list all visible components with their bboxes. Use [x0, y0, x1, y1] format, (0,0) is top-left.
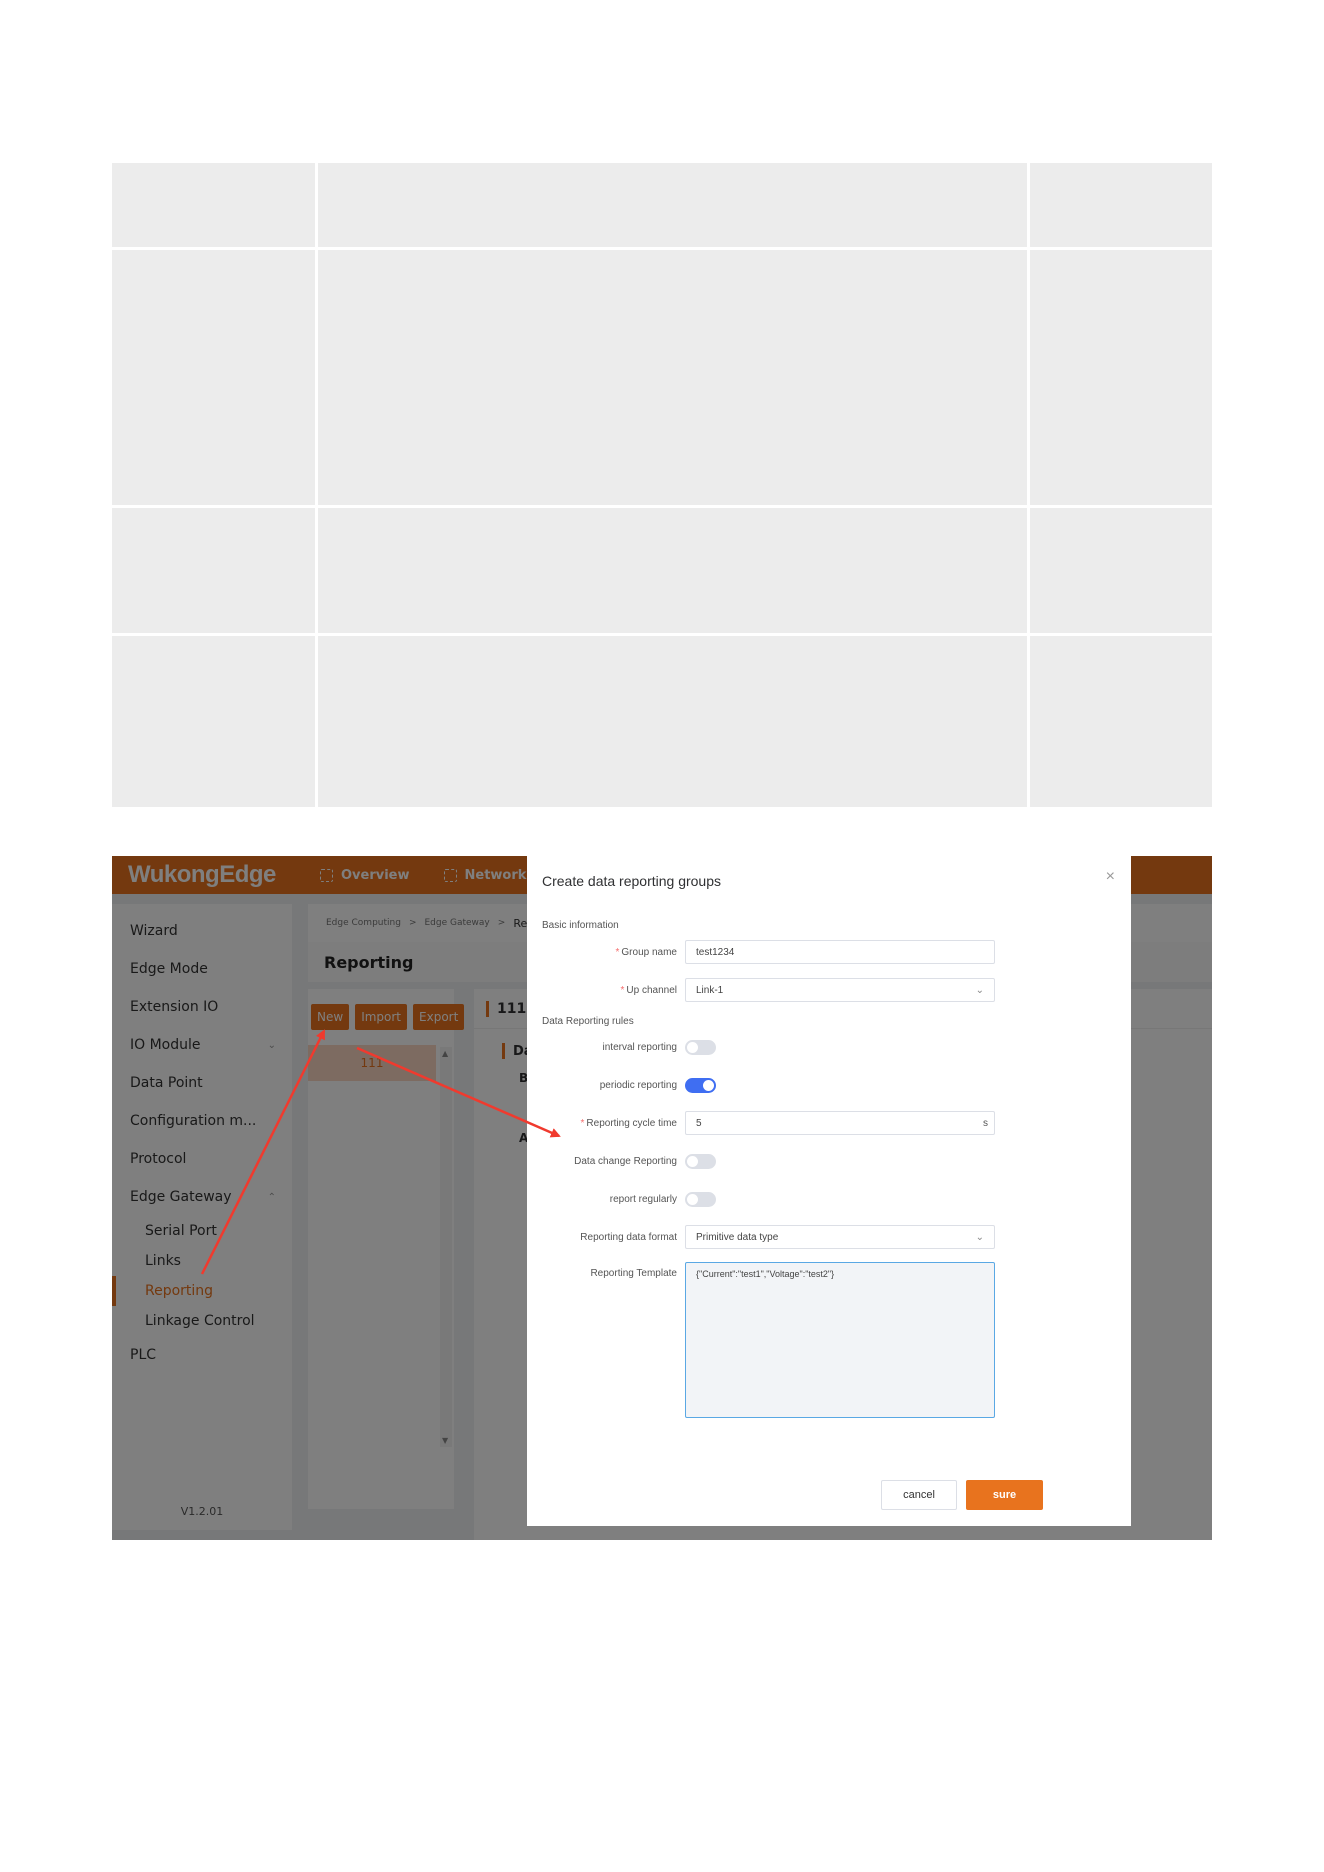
regular-label: report regularly	[609, 1193, 677, 1205]
cycle-label: * Reporting cycle time	[580, 1117, 678, 1129]
regular-row: report regularly	[527, 1186, 1131, 1212]
doc-table-cell	[1030, 636, 1212, 807]
doc-table-cell	[1030, 508, 1212, 633]
periodic-label: periodic reporting	[599, 1079, 677, 1091]
group-name-row: * Group name test1234	[527, 939, 1131, 965]
doc-table-cell	[1030, 250, 1212, 505]
doc-table-cell	[112, 636, 315, 807]
doc-table-cell	[318, 508, 1027, 633]
interval-label: interval reporting	[602, 1041, 677, 1053]
up-channel-select[interactable]: Link-1 ⌄	[685, 978, 995, 1002]
cycle-row: * Reporting cycle time 5s	[527, 1110, 1131, 1136]
doc-table	[112, 163, 1212, 810]
up-channel-label: * Up channel	[620, 984, 678, 996]
cancel-button[interactable]: cancel	[881, 1480, 957, 1510]
doc-table-cell	[318, 636, 1027, 807]
change-label: Data change Reporting	[574, 1155, 677, 1167]
doc-table-cell	[318, 163, 1027, 247]
interval-toggle[interactable]	[685, 1039, 716, 1055]
template-label: Reporting Template	[590, 1268, 677, 1279]
doc-table-cell	[112, 250, 315, 505]
section-basic-info: Basic information	[542, 920, 619, 931]
doc-table-row	[112, 163, 1212, 247]
doc-table-row	[112, 508, 1212, 633]
periodic-toggle[interactable]	[685, 1077, 716, 1093]
create-group-dialog: Create data reporting groups × Basic inf…	[527, 856, 1131, 1526]
format-row: Reporting data format Primitive data typ…	[527, 1224, 1131, 1250]
cycle-input[interactable]: 5s	[685, 1111, 995, 1135]
doc-table-cell	[1030, 163, 1212, 247]
doc-table-row	[112, 250, 1212, 505]
app-screenshot: WukongEdge Overview Network Wizard Edge …	[112, 856, 1212, 1540]
group-name-label: * Group name	[615, 946, 678, 958]
chevron-down-icon: ⌄	[975, 1231, 984, 1243]
template-textarea[interactable]: {"Current":"test1","Voltage":"test2"}	[685, 1262, 995, 1418]
format-select[interactable]: Primitive data type ⌄	[685, 1225, 995, 1249]
section-rules: Data Reporting rules	[542, 1016, 634, 1027]
template-row: Reporting Template {"Current":"test1","V…	[527, 1262, 1131, 1422]
change-toggle[interactable]	[685, 1153, 716, 1169]
doc-table-row	[112, 636, 1212, 807]
change-row: Data change Reporting	[527, 1148, 1131, 1174]
sure-button[interactable]: sure	[966, 1480, 1043, 1510]
doc-table-cell	[318, 250, 1027, 505]
interval-row: interval reporting	[527, 1034, 1131, 1060]
dialog-title: Create data reporting groups	[542, 873, 721, 889]
doc-table-cell	[112, 163, 315, 247]
close-icon[interactable]: ×	[1106, 868, 1115, 886]
chevron-down-icon: ⌄	[975, 984, 984, 996]
doc-table-cell	[112, 508, 315, 633]
format-label: Reporting data format	[580, 1231, 677, 1243]
group-name-input[interactable]: test1234	[685, 940, 995, 964]
up-channel-row: * Up channel Link-1 ⌄	[527, 977, 1131, 1003]
periodic-row: periodic reporting	[527, 1072, 1131, 1098]
regular-toggle[interactable]	[685, 1191, 716, 1207]
